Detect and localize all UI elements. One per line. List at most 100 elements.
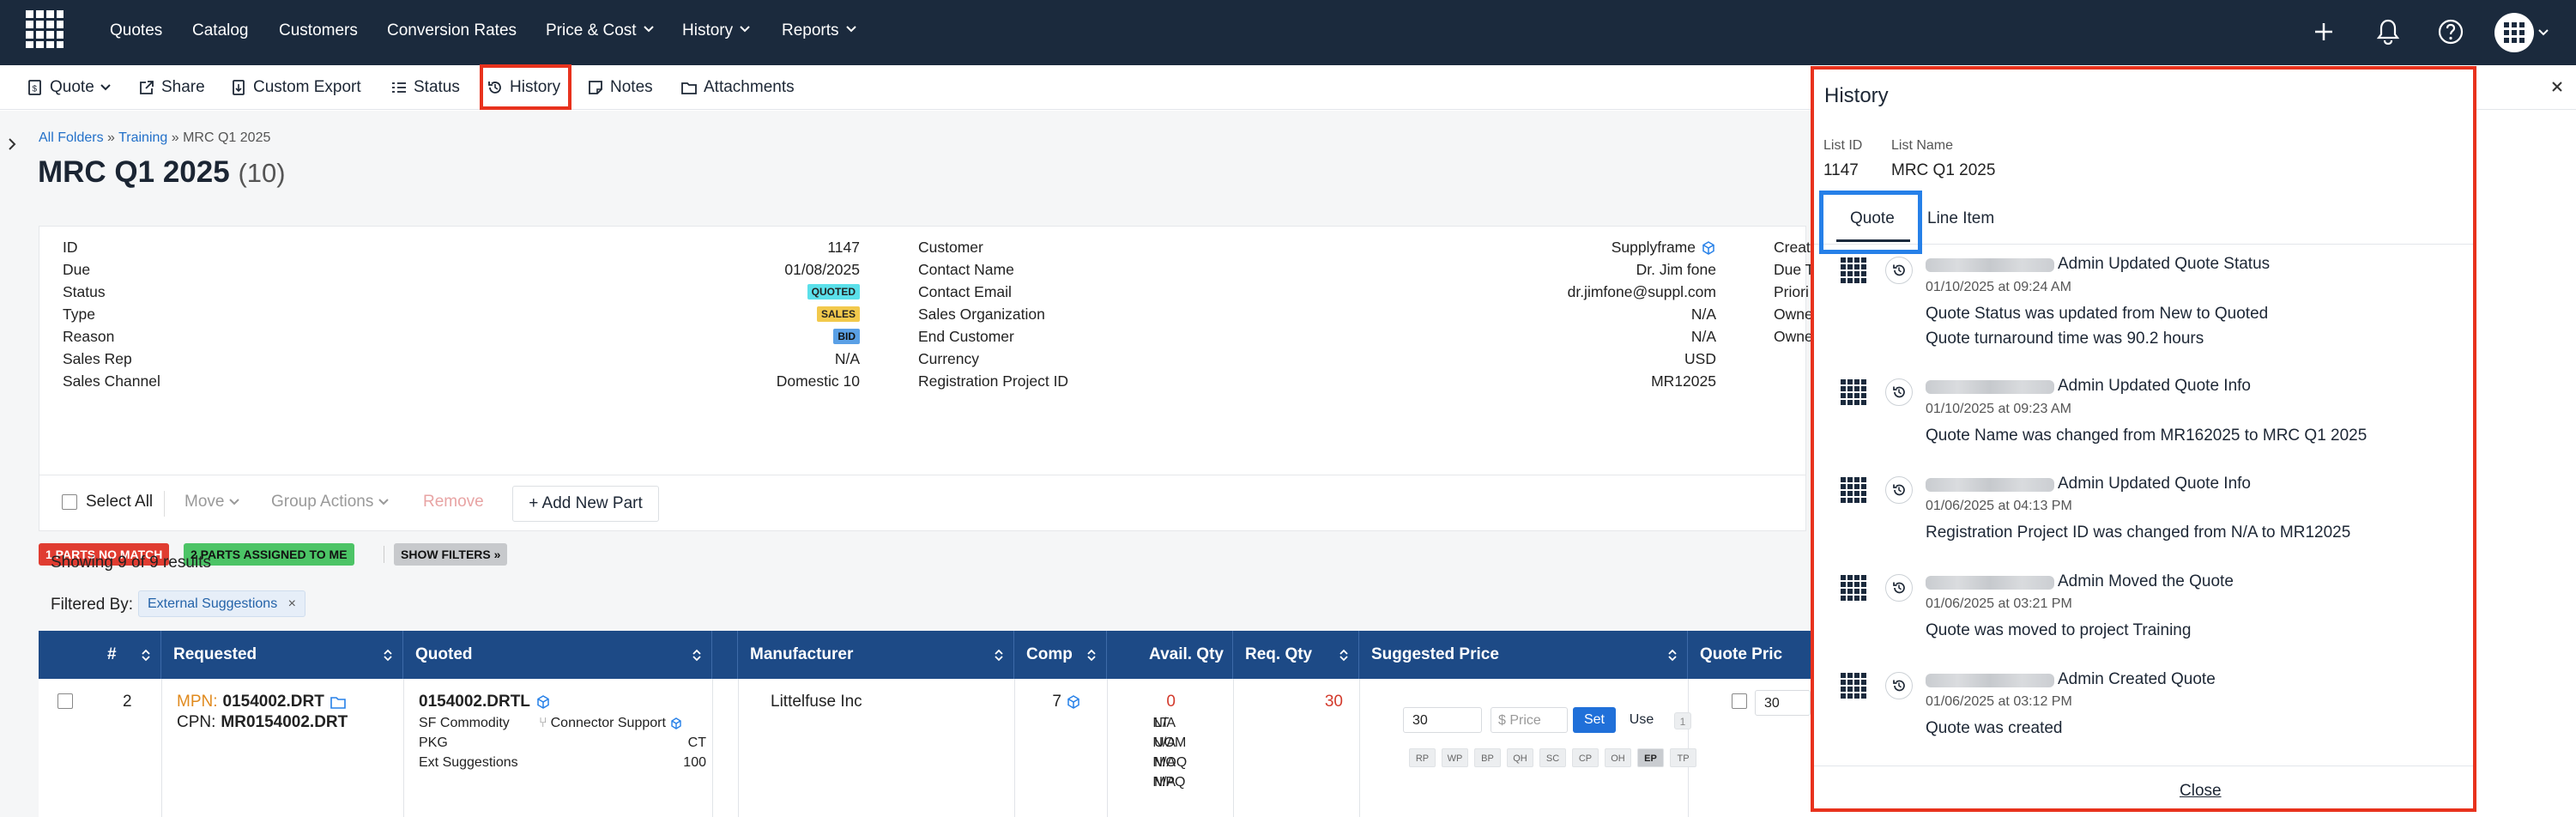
column-label: Avail. Qty <box>1149 645 1224 663</box>
quote-qty-input[interactable]: 30 <box>1755 690 1811 716</box>
comp-count[interactable]: 7 <box>1052 693 1081 711</box>
column-label: Req. Qty <box>1245 645 1313 663</box>
mpn-value[interactable]: 0154002.DRT <box>223 693 324 711</box>
breadcrumb-separator: » <box>103 130 119 145</box>
manufacturer: Littelfuse Inc <box>771 693 862 711</box>
status-button[interactable]: Status <box>390 65 460 110</box>
column-header-number[interactable]: # <box>39 631 161 679</box>
price-input[interactable]: $ Price <box>1491 707 1568 733</box>
history-icon <box>1885 672 1913 699</box>
add-new-part-button[interactable]: + Add New Part <box>512 486 659 522</box>
share-icon <box>138 79 155 96</box>
requested-cpn: CPN: MR0154002.DRT <box>177 713 348 732</box>
info-value: N/A <box>1690 328 1716 345</box>
history-entry-detail: Quote was moved to project Training <box>1926 621 2192 639</box>
row-checkbox[interactable] <box>57 693 73 709</box>
show-filters-button[interactable]: SHOW FILTERS » <box>394 543 508 566</box>
price-source-chip[interactable]: OH <box>1605 748 1631 767</box>
notes-button[interactable]: Notes <box>587 65 653 110</box>
user-avatar-icon <box>1841 257 1866 283</box>
plus-icon[interactable] <box>2313 21 2335 43</box>
breadcrumb-training[interactable]: Training <box>118 130 167 145</box>
remove-button[interactable]: Remove <box>423 493 484 511</box>
quote-menu-button[interactable]: $ Quote <box>27 65 111 110</box>
price-source-chip[interactable]: QH <box>1507 748 1533 767</box>
history-panel: History List ID 1147 List Name MRC Q1 20… <box>1811 66 2476 812</box>
part-count: (10) <box>238 158 286 188</box>
help-icon[interactable] <box>2437 18 2464 45</box>
quote-row-checkbox[interactable] <box>1732 693 1747 709</box>
customer-value: Supplyframe <box>1612 239 1716 257</box>
folder-icon[interactable] <box>330 694 347 710</box>
quoted-part-number[interactable]: 0154002.DRTL <box>419 693 530 711</box>
share-button[interactable]: Share <box>138 65 205 110</box>
column-header-suggested-price[interactable]: Suggested Price <box>1359 631 1688 679</box>
column-header-req-qty[interactable]: Req. Qty <box>1233 631 1359 679</box>
req-qty: 30 <box>1324 693 1343 711</box>
nav-conversion-rates[interactable]: Conversion Rates <box>387 0 517 65</box>
info-label: Currency <box>918 350 979 367</box>
info-label: Registration Project ID <box>918 372 1069 390</box>
avail-uom-value: N/A <box>1152 735 1176 750</box>
column-header-manufacturer[interactable]: Manufacturer <box>738 631 1014 679</box>
pkg-value: CT <box>687 735 706 750</box>
column-header-comp[interactable]: Comp <box>1014 631 1107 679</box>
customer-name[interactable]: Supplyframe <box>1612 239 1696 257</box>
chevron-down-icon <box>229 499 240 505</box>
ext-suggestions-value: 100 <box>683 755 706 770</box>
tab-line-item[interactable]: Line Item <box>1927 209 1994 228</box>
set-price-button[interactable]: Set <box>1573 707 1616 733</box>
table-row[interactable]: 2 MPN: 0154002.DRT CPN: MR0154002.DRT 01… <box>39 679 1811 817</box>
group-actions-dropdown[interactable]: Group Actions <box>271 493 390 511</box>
parts-table-header: # Requested Quoted Manufacturer Comp Ava… <box>39 631 1811 679</box>
app-grid-icon[interactable] <box>26 10 63 48</box>
move-dropdown[interactable]: Move <box>184 493 240 511</box>
comp-value: 7 <box>1052 693 1061 711</box>
sf-commodity-text: Connector Support <box>550 716 666 730</box>
nav-catalog[interactable]: Catalog <box>192 0 249 65</box>
nav-history[interactable]: History <box>682 0 750 65</box>
column-header-quoted[interactable]: Quoted <box>403 631 712 679</box>
history-entry-timestamp: 01/10/2025 at 09:24 AM <box>1926 280 2071 294</box>
column-header-requested[interactable]: Requested <box>161 631 403 679</box>
redacted-user-name <box>1926 674 2054 687</box>
price-source-chip[interactable]: EP <box>1637 748 1664 767</box>
select-all[interactable]: Select All <box>62 493 153 511</box>
price-source-chip[interactable]: TP <box>1670 748 1696 767</box>
user-avatar-icon <box>1841 379 1866 405</box>
price-source-chip[interactable]: BP <box>1474 748 1501 767</box>
close-panel-link[interactable]: Close <box>2180 782 2222 801</box>
price-source-chip[interactable]: CP <box>1572 748 1599 767</box>
select-all-checkbox[interactable] <box>62 494 77 510</box>
nav-customers[interactable]: Customers <box>279 0 358 65</box>
filter-chip[interactable]: External Suggestions × <box>138 590 305 617</box>
bell-icon[interactable] <box>2375 18 2401 45</box>
column-divider <box>403 679 404 817</box>
custom-export-button[interactable]: Custom Export <box>230 65 361 110</box>
price-source-chip[interactable]: SC <box>1539 748 1566 767</box>
apps-menu-icon[interactable] <box>2494 11 2554 54</box>
breadcrumb-all-folders[interactable]: All Folders <box>39 130 104 145</box>
use-price-button[interactable]: Use <box>1621 707 1662 733</box>
attachments-button[interactable]: Attachments <box>680 65 795 110</box>
nav-quotes[interactable]: Quotes <box>110 0 162 65</box>
group-actions-label: Group Actions <box>271 493 374 511</box>
close-icon[interactable] <box>2550 80 2564 94</box>
column-header-quote-price[interactable]: Quote Pric <box>1688 631 1811 679</box>
sort-icon <box>142 649 150 662</box>
chevron-right-icon[interactable] <box>7 137 17 151</box>
history-panel-title: History <box>1824 84 1889 107</box>
price-qty-input[interactable]: 30 <box>1403 707 1482 733</box>
price-source-chip[interactable]: WP <box>1442 748 1468 767</box>
cube-icon <box>669 717 683 730</box>
close-icon[interactable]: × <box>288 596 296 611</box>
column-divider <box>712 679 713 817</box>
nav-label: Conversion Rates <box>387 21 517 39</box>
price-source-chip[interactable]: RP <box>1409 748 1436 767</box>
sort-icon <box>384 649 392 662</box>
column-header-avail-qty[interactable]: Avail. Qty <box>1107 631 1233 679</box>
ext-suggestions-label: Ext Suggestions <box>419 755 518 770</box>
nav-reports[interactable]: Reports <box>782 0 856 65</box>
quote-info-card: ID 1147 Due 01/08/2025 Status QUOTED Typ… <box>39 226 1814 514</box>
nav-price-cost[interactable]: Price & Cost <box>546 0 654 65</box>
